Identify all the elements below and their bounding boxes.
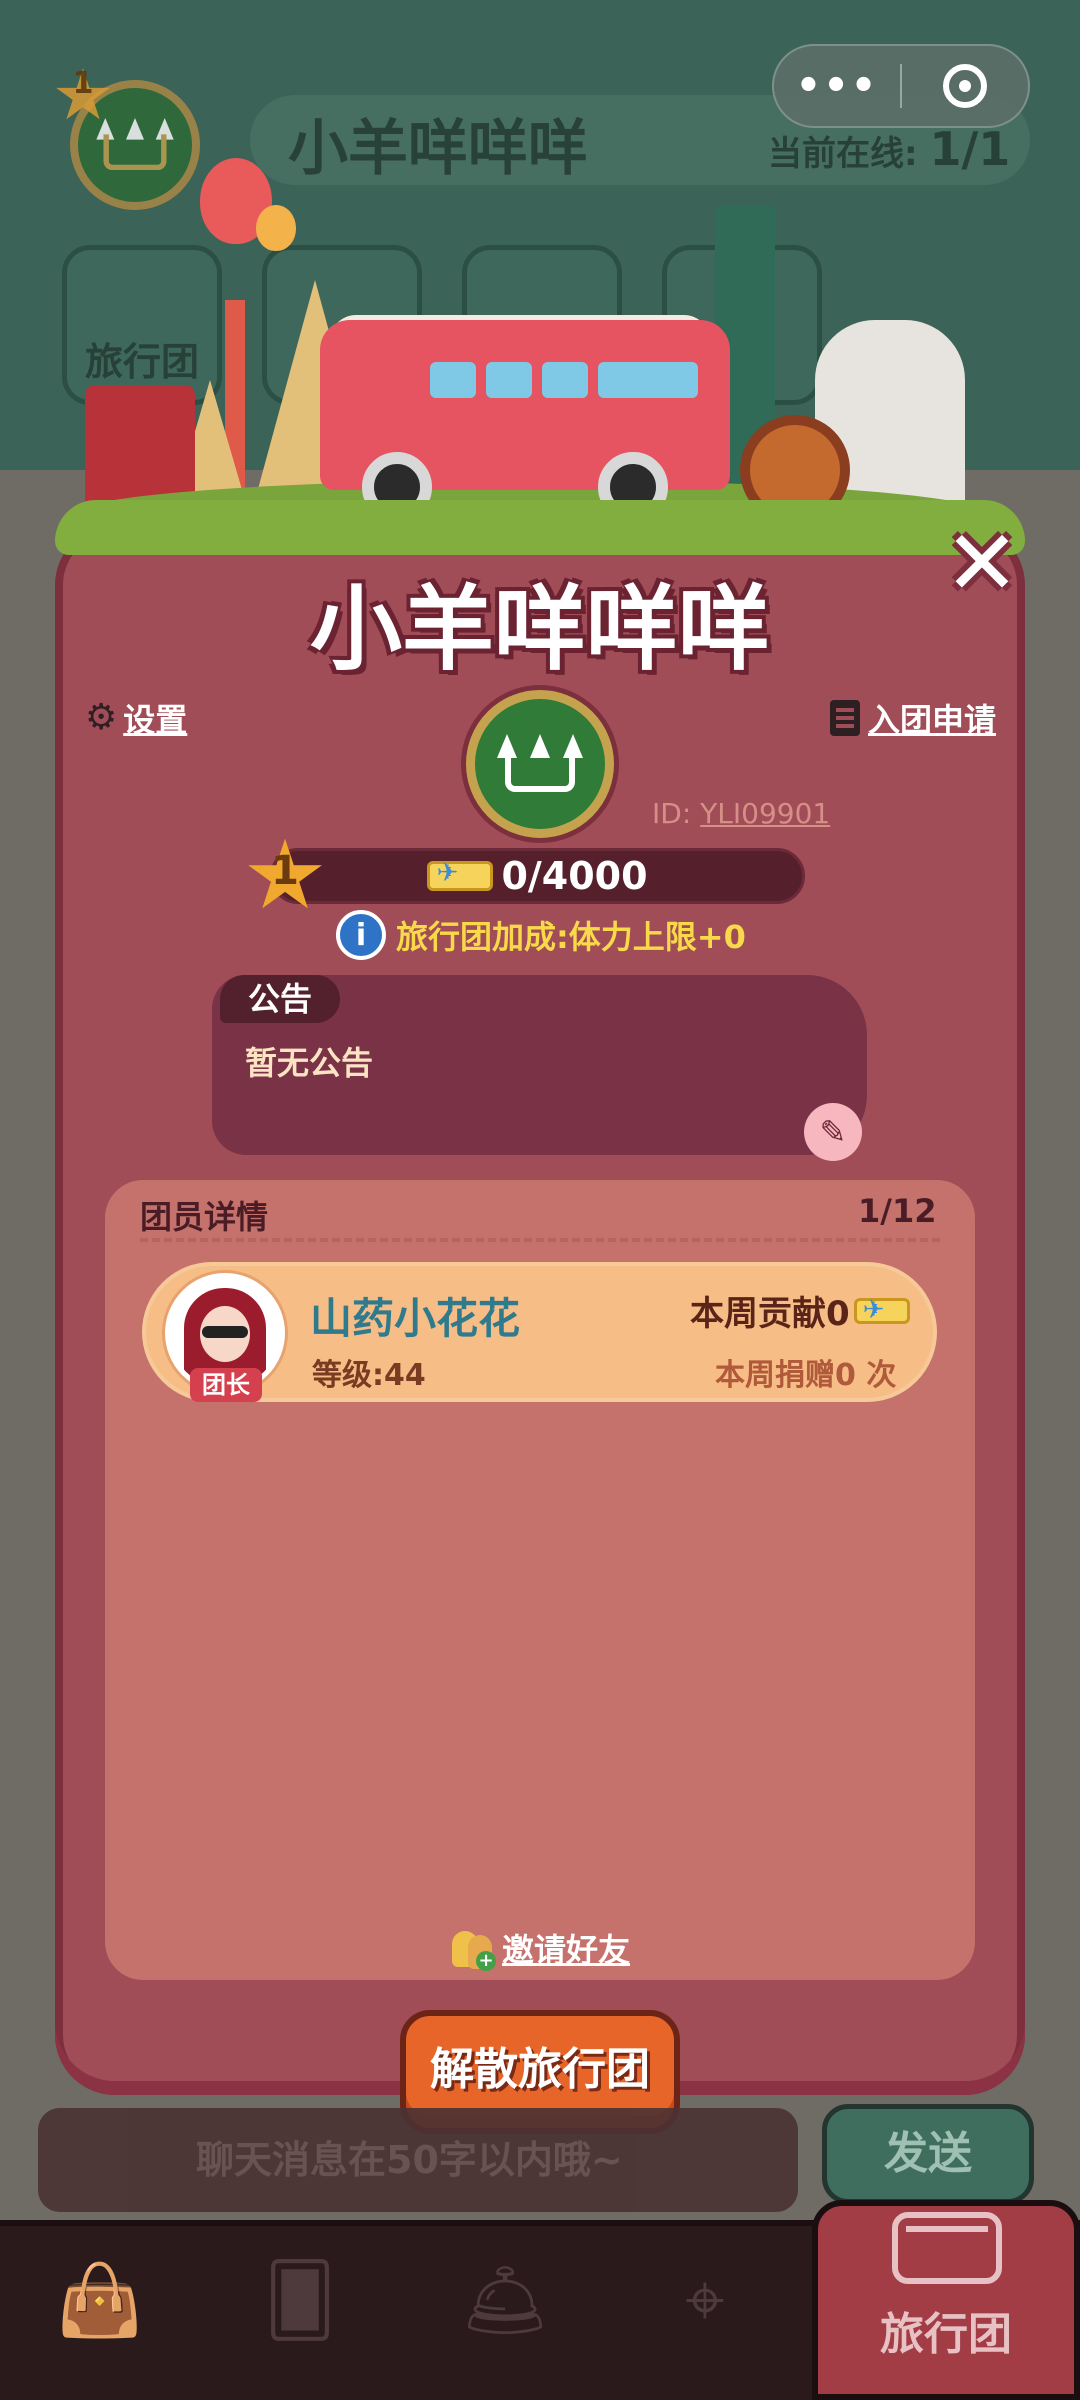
team-level-number: 1 [271,848,299,894]
pencil-icon: ✎ [819,1113,847,1151]
gear-icon: ⚙ [85,697,118,738]
invite-friends-button[interactable]: + 邀请好友 [450,1925,630,1971]
send-button[interactable]: 发送 [822,2104,1034,2204]
bus-window [598,362,698,398]
divider [140,1238,940,1242]
team-exp-bar: 0/4000 [270,848,805,904]
join-requests-label: 入团申请 [868,701,997,739]
bus-window [542,362,588,398]
mini-program-capsule: ••• [772,44,1030,128]
online-label: 当前在线: [768,134,918,174]
menu-tile-label: 旅行团 [84,340,199,384]
dialog-title: 小羊咩咩咩 [309,576,770,683]
role-badge: 团长 [190,1368,262,1402]
bus-icon [892,2212,1002,2284]
notice-tab: 公告 [220,975,340,1023]
cards-icon: 🂠 [264,2259,336,2341]
tab-service[interactable]: 🛎 [430,2240,580,2360]
exp-text: 0/4000 [501,854,648,898]
close-miniprogram-button[interactable] [902,64,1028,108]
info-icon[interactable]: i [336,910,386,960]
target-icon [942,64,987,108]
tab-shop[interactable]: 👜 [25,2240,175,2360]
tab-map[interactable]: ⌖ [630,2240,780,2360]
map-pin-icon: ⌖ [685,2258,725,2341]
ticket-icon [853,1295,910,1325]
settings-label: 设置 [123,701,188,739]
bonus-text: 旅行团加成:体力上限+0 [396,918,746,956]
edit-notice-button[interactable]: ✎ [804,1103,862,1161]
members-header: 团员详情 [140,1198,269,1236]
settings-button[interactable]: ⚙ 设置 [85,695,187,741]
bus-window [486,362,532,398]
online-count: 1/1 [929,122,1011,176]
team-id-prefix: ID: [652,797,692,830]
balloon-icon [256,205,296,251]
member-weekly-contribution: 本周贡献0 [690,1286,910,1335]
document-icon [830,700,860,736]
member-level: 等级:44 [312,1358,426,1393]
team-emblem[interactable] [466,690,614,838]
contribution-text: 本周贡献0 [690,1294,850,1334]
top-level-number: 1 [72,66,94,101]
bag-icon: 👜 [56,2258,144,2341]
members-count: 1/12 [858,1192,937,1230]
online-status: 当前在线: 1/1 [768,122,1010,176]
crown-icon [497,734,583,794]
more-button[interactable]: ••• [774,63,900,109]
top-team-name: 小羊咩咩咩 [288,114,588,184]
grass-decoration [55,500,1025,555]
ticket-icon [427,858,494,891]
tab-cards[interactable]: 🂠 [225,2240,375,2360]
bell-icon: 🛎 [460,2258,550,2341]
join-requests-button[interactable]: 入团申请 [830,695,996,741]
team-id-value[interactable]: YLI09901 [700,797,830,830]
team-bonus: i 旅行团加成:体力上限+0 [336,910,746,960]
team-id: ID: YLI09901 [652,797,830,830]
bus-window [430,362,476,398]
invite-friends-icon: + [450,1925,496,1971]
chat-input[interactable]: 聊天消息在50字以内哦~ [38,2108,798,2212]
notice-content: 暂无公告 [245,1044,374,1082]
tab-travel-group-label: 旅行团 [880,2309,1012,2360]
invite-label: 邀请好友 [502,1931,631,1969]
member-name: 山药小花花 [310,1294,521,1343]
member-weekly-donation: 本周捐赠0 次 [715,1358,897,1393]
